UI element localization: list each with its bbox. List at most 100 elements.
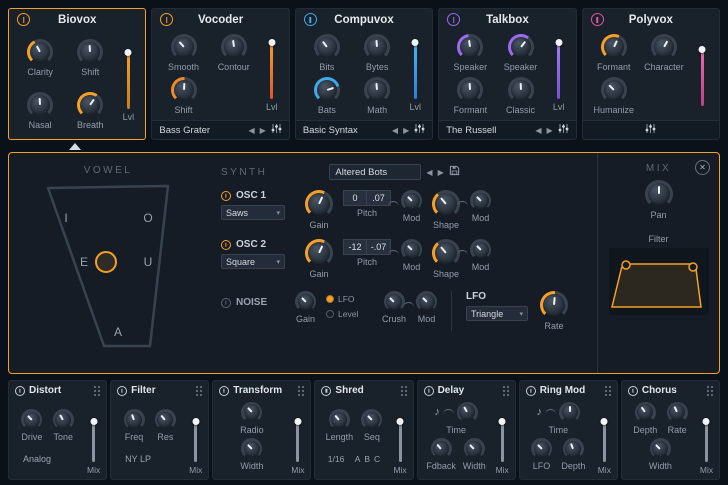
chorus-power-button[interactable]	[628, 386, 638, 396]
prev-preset-icon[interactable]: ◀	[392, 126, 398, 135]
filter-mix-slider[interactable]	[194, 420, 197, 462]
shred-slot-b[interactable]: B	[364, 454, 370, 464]
delay-time-knob[interactable]	[457, 402, 478, 423]
osc2-wave-select[interactable]: Square▾	[221, 254, 285, 269]
chorus-depth-knob[interactable]	[635, 402, 656, 423]
length-knob[interactable]	[329, 409, 350, 430]
ringmod-time-knob[interactable]	[559, 402, 580, 423]
talkbox-power-button[interactable]	[447, 13, 460, 26]
polyvox-power-button[interactable]	[591, 13, 604, 26]
prev-preset-icon[interactable]: ◀	[535, 126, 541, 135]
compuvox-level-slider[interactable]	[414, 41, 417, 99]
drag-handle-icon[interactable]	[502, 385, 510, 396]
fx-shred[interactable]: Shred Length Seq 1/16 A B C Mix	[314, 380, 413, 480]
shred-mix-slider[interactable]	[399, 420, 402, 462]
nasal-knob[interactable]	[27, 92, 53, 118]
radio-knob[interactable]	[241, 402, 262, 423]
drag-handle-icon[interactable]	[297, 385, 305, 396]
freq-knob[interactable]	[124, 409, 145, 430]
osc2-power-button[interactable]	[221, 240, 231, 250]
distort-mode-select[interactable]: Analog	[11, 454, 84, 464]
vocoder-shift-knob[interactable]	[171, 77, 197, 103]
module-vocoder[interactable]: Vocoder Smooth Contour Shift Lvl Bass Gr…	[151, 8, 289, 140]
noise-power-button[interactable]	[221, 298, 231, 308]
vowel-pad[interactable]: I O E U A	[18, 178, 198, 356]
breath-knob[interactable]	[77, 92, 103, 118]
ringmod-mix-slider[interactable]	[603, 420, 606, 462]
noise-level-radio[interactable]: Level	[326, 309, 372, 319]
distort-mix-slider[interactable]	[92, 420, 95, 462]
vocoder-power-button[interactable]	[160, 13, 173, 26]
shred-power-button[interactable]	[321, 386, 331, 396]
speaker-knob-2[interactable]	[508, 34, 534, 60]
talkbox-preset[interactable]: The Russell	[446, 125, 530, 136]
transform-width-knob[interactable]	[241, 438, 262, 459]
crush-mod-knob[interactable]	[416, 291, 437, 312]
vocoder-level-slider[interactable]	[270, 41, 273, 99]
ringmod-power-button[interactable]	[526, 386, 536, 396]
delay-mix-slider[interactable]	[501, 420, 504, 462]
filter-power-button[interactable]	[117, 386, 127, 396]
module-talkbox[interactable]: Talkbox Speaker Speaker Formant Classic …	[438, 8, 576, 140]
synth-prev-preset-icon[interactable]: ◀	[426, 168, 432, 177]
mixer-icon[interactable]	[558, 121, 569, 139]
fx-delay[interactable]: Delay ♪ Time Fdback Width Mix	[417, 380, 516, 480]
save-preset-icon[interactable]	[449, 163, 460, 181]
fx-filter[interactable]: Filter Freq Res NY LP Mix	[110, 380, 209, 480]
compuvox-preset[interactable]: Basic Syntax	[303, 125, 387, 136]
close-panel-button[interactable]: ✕	[695, 160, 710, 175]
vocoder-preset[interactable]: Bass Grater	[159, 125, 243, 136]
transform-power-button[interactable]	[219, 386, 229, 396]
next-preset-icon[interactable]: ▶	[403, 126, 409, 135]
synth-preset-select[interactable]: Altered Bots	[329, 164, 421, 180]
fx-transform[interactable]: Transform Radio Width Mix	[212, 380, 311, 480]
contour-knob[interactable]	[221, 34, 247, 60]
crush-knob[interactable]	[384, 291, 405, 312]
fx-ringmod[interactable]: Ring Mod ♪ Time LFO Depth Mix	[519, 380, 618, 480]
noise-lfo-radio[interactable]: LFO	[326, 294, 372, 304]
bytes-knob[interactable]	[364, 34, 390, 60]
delay-power-button[interactable]	[424, 386, 434, 396]
osc1-pitch-mod-knob[interactable]	[401, 190, 422, 211]
module-polyvox[interactable]: Polyvox Formant Character Humanize	[582, 8, 720, 140]
bits-knob[interactable]	[314, 34, 340, 60]
shred-slot-a[interactable]: A	[355, 454, 361, 464]
pan-knob[interactable]	[645, 180, 673, 208]
distort-power-button[interactable]	[15, 386, 25, 396]
osc1-gain-knob[interactable]	[305, 190, 333, 218]
polyvox-level-slider[interactable]	[701, 48, 704, 106]
biovox-level-slider[interactable]	[127, 51, 130, 109]
lfo-wave-select[interactable]: Triangle▾	[466, 306, 528, 321]
delay-width-knob[interactable]	[464, 438, 485, 459]
fdback-knob[interactable]	[431, 438, 452, 459]
next-preset-icon[interactable]: ▶	[260, 126, 266, 135]
chorus-rate-knob[interactable]	[667, 402, 688, 423]
osc2-pitch-mod-knob[interactable]	[401, 239, 422, 260]
osc1-shape-mod-knob[interactable]	[470, 190, 491, 211]
osc2-pitch-coarse[interactable]: -12	[343, 239, 367, 255]
drag-handle-icon[interactable]	[400, 385, 408, 396]
math-knob[interactable]	[364, 77, 390, 103]
fx-chorus[interactable]: Chorus Depth Rate Width Mix	[621, 380, 720, 480]
osc1-power-button[interactable]	[221, 191, 231, 201]
biovox-power-button[interactable]	[17, 13, 30, 26]
filter-node-high[interactable]	[689, 263, 697, 271]
mixer-icon[interactable]	[645, 121, 656, 139]
ringmod-lfo-knob[interactable]	[531, 438, 552, 459]
tone-knob[interactable]	[53, 409, 74, 430]
noise-gain-knob[interactable]	[295, 291, 316, 312]
clarity-knob[interactable]	[27, 39, 53, 65]
character-knob[interactable]	[651, 34, 677, 60]
vowel-cursor[interactable]	[96, 252, 116, 272]
polyvox-formant-knob[interactable]	[601, 34, 627, 60]
res-knob[interactable]	[155, 409, 176, 430]
shift-knob[interactable]	[77, 39, 103, 65]
drive-knob[interactable]	[21, 409, 42, 430]
osc2-shape-mod-knob[interactable]	[470, 239, 491, 260]
humanize-knob[interactable]	[601, 77, 627, 103]
note-sync-icon[interactable]: ♪	[537, 406, 543, 418]
seq-knob[interactable]	[361, 409, 382, 430]
talkbox-level-slider[interactable]	[557, 41, 560, 99]
mixer-icon[interactable]	[271, 121, 282, 139]
filter-display[interactable]	[609, 248, 709, 315]
